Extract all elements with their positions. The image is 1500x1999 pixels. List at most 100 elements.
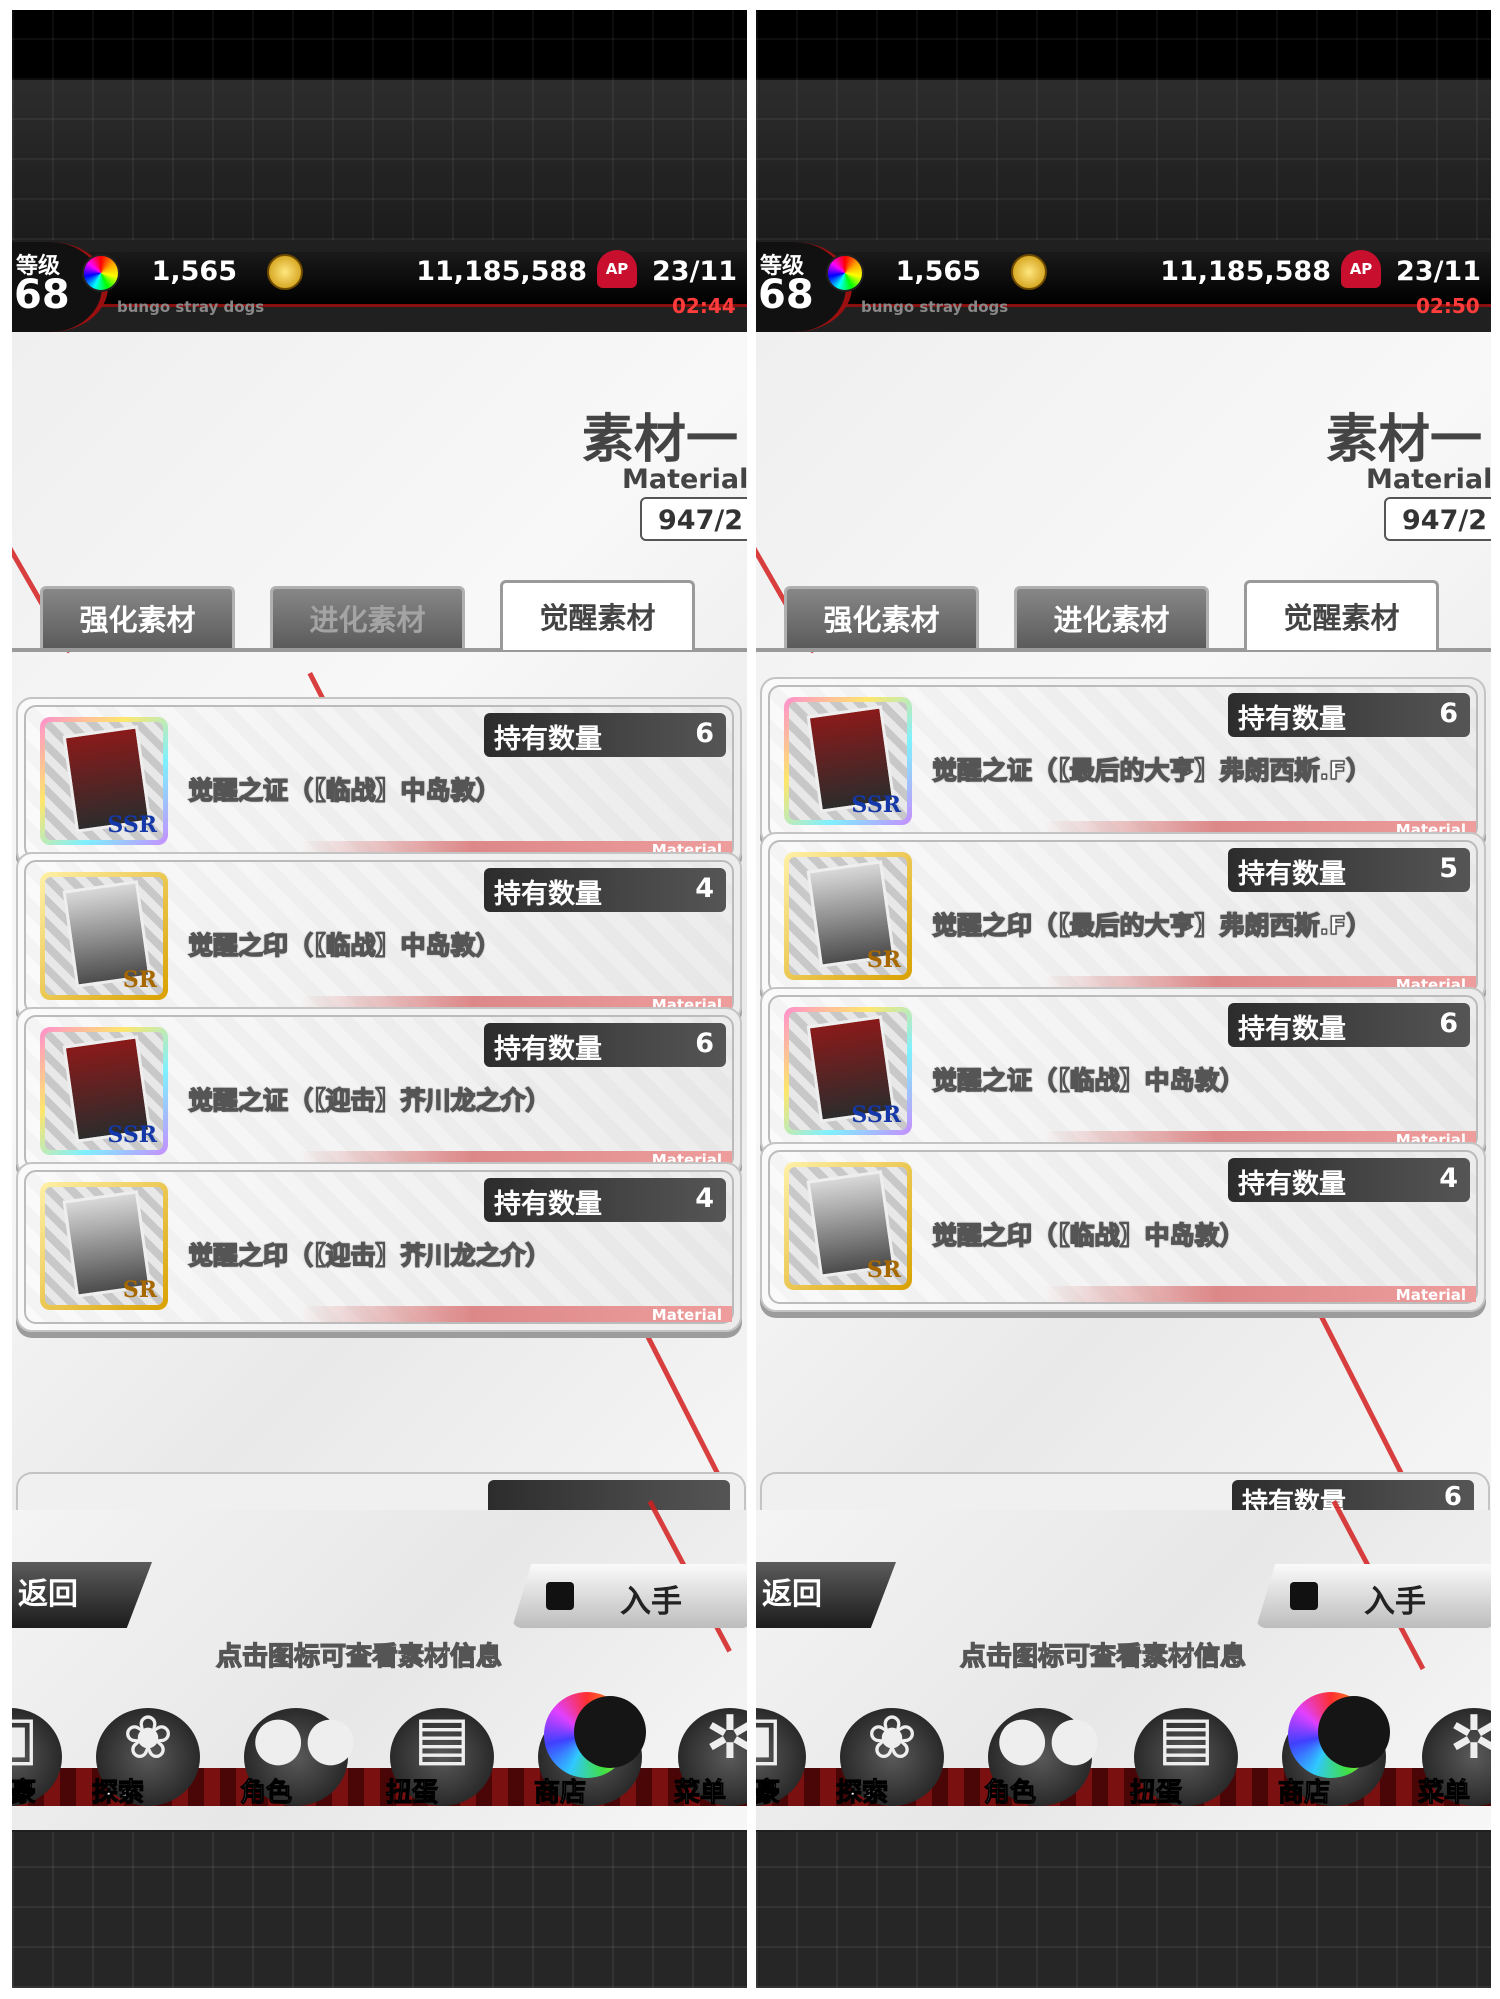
page-subtitle: Material: [622, 464, 747, 495]
material-card-partial[interactable]: 持有数量 6: [760, 1472, 1490, 1518]
material-card[interactable]: SSR 持有数量 6 觉醒之证（【迎击】芥川龙之介） Material: [16, 1007, 742, 1177]
quantity-value: 6: [695, 718, 714, 749]
quantity-badge: 持有数量 6: [1228, 693, 1470, 737]
ap-count: 23/11: [1396, 256, 1482, 287]
quantity-label: 持有数量: [1238, 1014, 1346, 1045]
material-thumbnail[interactable]: SR: [40, 1182, 168, 1310]
material-card[interactable]: SSR 持有数量 6 觉醒之证（【临战】中岛敦） Material: [16, 697, 742, 867]
quantity-value: 6: [695, 1028, 714, 1059]
nav-item-gacha[interactable]: ▤ 扭蛋: [384, 1680, 500, 1810]
rarity-badge: SR: [866, 1257, 901, 1283]
thumbnail-art: SSR: [45, 722, 163, 840]
nav-item-explore[interactable]: ❀ 探索: [834, 1680, 950, 1810]
recovery-timer: 02:44: [672, 294, 736, 318]
material-thumbnail[interactable]: SR: [784, 1162, 912, 1290]
material-name: 觉醒之印（【最后的大亨】弗朗西斯.F）: [931, 910, 1372, 941]
nav-item-characters[interactable]: ●● 角色: [982, 1680, 1100, 1810]
nav-item-stamp[interactable]: ▣豪: [756, 1680, 812, 1810]
nav-item-menu[interactable]: ✲ 菜单: [1416, 1680, 1491, 1810]
page-title: 素材一: [1326, 410, 1483, 470]
material-card-partial[interactable]: [16, 1472, 746, 1514]
material-name: 觉醒之印（【迎击】芥川龙之介）: [187, 1240, 551, 1271]
rainbow-moon-gem-icon[interactable]: [82, 254, 120, 292]
nav-item-explore[interactable]: ❀ 探索: [90, 1680, 206, 1810]
obtain-label: 入手: [620, 1584, 682, 1620]
material-thumbnail[interactable]: SSR: [784, 1007, 912, 1135]
quantity-value: 4: [695, 873, 714, 904]
quantity-value: 4: [695, 1183, 714, 1214]
material-tag: Material: [651, 1306, 722, 1324]
material-card[interactable]: SR 持有数量 4 觉醒之印（【临战】中岛敦） Material: [760, 1142, 1486, 1312]
back-button[interactable]: 返回: [12, 1562, 152, 1628]
nav-label: 豪: [756, 1778, 781, 1809]
obtain-button[interactable]: 入手: [512, 1564, 747, 1628]
quantity-value: 6: [1443, 1482, 1462, 1512]
nav-label: 角色: [983, 1778, 1037, 1809]
material-thumbnail[interactable]: SSR: [40, 1027, 168, 1155]
status-bar: 等级 68 1,565 11,185,588 AP 23/11 02:44 bu…: [12, 242, 747, 332]
material-thumbnail[interactable]: SR: [784, 852, 912, 980]
obtain-button[interactable]: 入手: [1256, 1564, 1491, 1628]
nav-item-shop[interactable]: 商店: [1276, 1680, 1392, 1810]
thumbnail-art: SSR: [789, 1012, 907, 1130]
nav-label: 商店: [533, 1778, 587, 1809]
right-screenshot-panel: 等级 68 1,565 11,185,588 AP 23/11 02:50 bu…: [756, 10, 1491, 1988]
tab-awakening-materials[interactable]: 觉醒素材: [500, 580, 695, 650]
nav-item-gacha[interactable]: ▤ 扭蛋: [1128, 1680, 1244, 1810]
quantity-label: 持有数量: [1238, 704, 1346, 735]
material-name: 觉醒之印（【临战】中岛敦）: [931, 1220, 1245, 1251]
bottom-dark-band: [12, 1832, 747, 1988]
rarity-badge: SR: [866, 947, 901, 973]
material-thumbnail[interactable]: SR: [40, 872, 168, 1000]
rarity-badge: SR: [122, 1277, 157, 1303]
nav-item-characters[interactable]: ●● 角色: [238, 1680, 356, 1810]
nav-label: 扭蛋: [385, 1778, 439, 1809]
tab-enhance-materials[interactable]: 强化素材: [784, 586, 979, 648]
nav-item-stamp[interactable]: ▣豪: [12, 1680, 68, 1810]
material-name: 觉醒之证（【临战】中岛敦）: [187, 775, 501, 806]
material-tabs: 强化素材 进化素材 觉醒素材: [756, 580, 1491, 652]
material-thumbnail[interactable]: SSR: [784, 697, 912, 825]
back-button[interactable]: 返回: [756, 1562, 896, 1628]
thumbnail-art: SR: [789, 857, 907, 975]
quantity-label: 持有数量: [494, 1034, 602, 1065]
rainbow-moon-gem-icon[interactable]: [826, 254, 864, 292]
level-value: 68: [14, 272, 70, 318]
thumbnail-art: SSR: [45, 1032, 163, 1150]
game-subtitle: bungo stray dogs: [117, 298, 265, 316]
material-thumbnail[interactable]: SSR: [40, 717, 168, 845]
nav-label: 菜单: [1417, 1778, 1471, 1809]
nav-label: 商店: [1277, 1778, 1331, 1809]
material-name: 觉醒之印（【临战】中岛敦）: [187, 930, 501, 961]
ap-count: 23/11: [652, 256, 738, 287]
quantity-value: 6: [1439, 698, 1458, 729]
ap-heart-icon[interactable]: AP: [1341, 250, 1381, 288]
tab-awakening-materials[interactable]: 觉醒素材: [1244, 580, 1439, 650]
material-list-content: 素材一 Material 947/2 强化素材 进化素材 觉醒素材 SSR 持有…: [756, 332, 1491, 1586]
gold-coin-icon[interactable]: [267, 254, 303, 290]
material-card[interactable]: SSR 持有数量 6 觉醒之证（【临战】中岛敦） Material: [760, 987, 1486, 1157]
level-value: 68: [758, 272, 814, 318]
gold-coin-icon[interactable]: [1011, 254, 1047, 290]
tab-evolution-materials[interactable]: 进化素材: [270, 586, 465, 648]
material-count-box: 947/2: [640, 497, 747, 541]
tab-enhance-materials[interactable]: 强化素材: [40, 586, 235, 648]
material-card[interactable]: SSR 持有数量 6 觉醒之证（【最后的大亨】弗朗西斯.F） Material: [760, 677, 1486, 847]
ap-heart-icon[interactable]: AP: [597, 250, 637, 288]
material-card[interactable]: SR 持有数量 5 觉醒之印（【最后的大亨】弗朗西斯.F） Material: [760, 832, 1486, 1002]
quantity-label: 持有数量: [494, 1189, 602, 1220]
checkbox-icon: [546, 1582, 574, 1610]
material-card[interactable]: SR 持有数量 4 觉醒之印（【迎击】芥川龙之介） Material: [16, 1162, 742, 1332]
nav-item-menu[interactable]: ✲ 菜单: [672, 1680, 747, 1810]
tab-evolution-materials[interactable]: 进化素材: [1014, 586, 1209, 648]
material-card[interactable]: SR 持有数量 4 觉醒之印（【临战】中岛敦） Material: [16, 852, 742, 1022]
nav-label: 探索: [91, 1778, 145, 1809]
nav-label: 菜单: [673, 1778, 727, 1809]
gem-count: 1,565: [895, 256, 981, 287]
thumbnail-art: SSR: [789, 702, 907, 820]
game-subtitle: bungo stray dogs: [861, 298, 1009, 316]
bottom-navigation: ▣豪 ❀探索 ●●角色 ▤扭蛋 商店 ✲菜单: [12, 1680, 747, 1820]
nav-label: 豪: [12, 1778, 37, 1809]
nav-item-shop[interactable]: 商店: [532, 1680, 648, 1810]
quantity-badge: 持有数量 5: [1228, 848, 1470, 892]
